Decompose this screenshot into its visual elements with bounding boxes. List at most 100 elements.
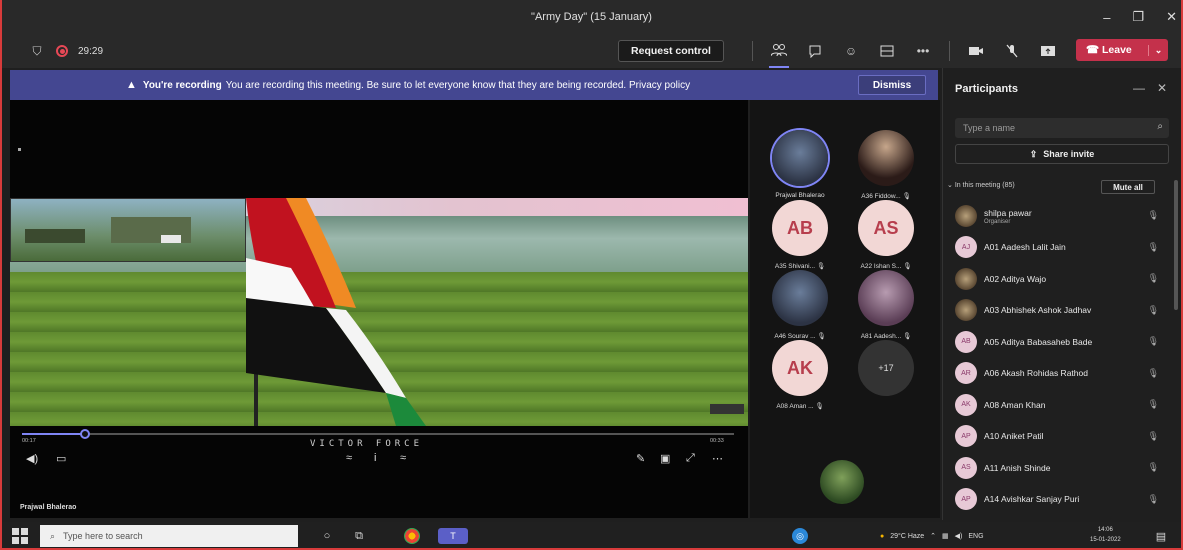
mute-all-button[interactable]: Mute all	[1101, 180, 1155, 194]
gallery-tile[interactable]: A81 Aadesh... 🎙	[846, 270, 926, 340]
windows-start-icon[interactable]	[12, 528, 28, 544]
chevron-down-icon[interactable]: ⌄	[1148, 44, 1168, 56]
participants-tab[interactable]	[769, 34, 789, 68]
mic-off-icon[interactable]: 🎙	[1148, 273, 1159, 284]
close-panel-icon[interactable]: ✕	[1157, 81, 1167, 95]
mic-off-icon[interactable]: 🎙	[1148, 368, 1159, 379]
gallery-tile[interactable]: A36 Fiddow... 🎙	[846, 130, 926, 200]
request-control-button[interactable]: Request control	[618, 40, 724, 62]
participant-name: A08 Aman Khan	[984, 399, 1046, 410]
list-item[interactable]: AP A10 Aniket Patil 🎙	[955, 421, 1173, 453]
video-seekbar[interactable]	[22, 429, 734, 439]
meeting-timer: 29:29	[78, 45, 104, 57]
more-participants[interactable]: +17	[858, 340, 914, 396]
list-item[interactable]: A02 Aditya Wajo 🎙	[955, 263, 1173, 295]
self-video[interactable]	[820, 460, 864, 504]
shared-video[interactable]	[10, 198, 748, 426]
mic-off-icon[interactable]: 🎙	[1148, 242, 1159, 253]
search-input[interactable]	[955, 118, 1135, 138]
gallery-tile[interactable]: +17	[846, 340, 926, 396]
pip-icon[interactable]: ▣	[660, 452, 670, 465]
language-indicator[interactable]: ENG	[968, 533, 983, 540]
search-icon[interactable]: ⌕	[1157, 121, 1163, 132]
cursor-dot	[18, 148, 21, 151]
seek-handle[interactable]	[80, 429, 90, 439]
clock-time: 14:06	[1097, 527, 1113, 533]
rooms-icon[interactable]	[877, 42, 897, 60]
dismiss-button[interactable]: Dismiss	[858, 75, 926, 95]
task-view-icon[interactable]: ⧉	[350, 528, 368, 544]
list-item[interactable]: shilpa pawar Organiser 🎙	[955, 200, 1173, 232]
gallery-tile[interactable]: AK A08 Aman ... 🎙	[760, 340, 840, 410]
mic-off-icon[interactable]: 🎙	[1148, 399, 1159, 410]
chat-icon[interactable]	[805, 42, 825, 60]
participant-search: ⌕	[955, 118, 1169, 138]
window-title: "Army Day" (15 January)	[531, 11, 652, 23]
participant-name: A03 Abhishek Ashok Jadhav	[984, 305, 1092, 316]
teams-icon[interactable]: T	[438, 528, 468, 544]
maximize-button[interactable]: ❐	[1132, 9, 1144, 25]
taskbar-clock[interactable]: 14:06 15-01-2022	[1090, 525, 1121, 545]
gallery-tile[interactable]: A46 Sourav ... 🎙	[760, 270, 840, 340]
participant-name: A06 Akash Rohidas Rathod	[984, 368, 1088, 379]
taskbar-search[interactable]: ⌕ Type here to search	[40, 525, 298, 547]
video-more-icon[interactable]: ⋯	[712, 452, 723, 465]
camera-icon[interactable]	[966, 42, 986, 60]
mic-off-icon[interactable]: 🎙	[1148, 462, 1159, 473]
gallery-tile[interactable]: AS A22 Ishan S... 🎙	[846, 200, 926, 270]
leave-button[interactable]: ☎ Leave ⌄	[1076, 39, 1168, 61]
system-tray: ● 29°C Haze ⌃ ▦ ◀) ENG	[880, 522, 984, 550]
notifications-icon[interactable]: ▤	[1152, 528, 1170, 544]
mic-icon: 🎙	[817, 333, 826, 340]
chevron-up-icon[interactable]: ⌃	[930, 532, 936, 540]
gallery-name: A08 Aman ... 🎙	[776, 403, 824, 410]
avatar	[772, 270, 828, 326]
weather-icon: ●	[880, 532, 885, 540]
popout-icon[interactable]: —	[1133, 81, 1145, 95]
avatar: AR	[955, 362, 977, 385]
list-item[interactable]: AK A08 Aman Khan 🎙	[955, 389, 1173, 421]
chrome-icon[interactable]	[404, 528, 420, 544]
list-item[interactable]: AB A05 Aditya Babasaheb Bade 🎙	[955, 326, 1173, 358]
more-options-icon[interactable]: •••	[913, 42, 933, 60]
fullscreen-icon[interactable]: ⤢	[686, 452, 695, 465]
captions-icon[interactable]: ▭	[56, 452, 66, 465]
volume-icon[interactable]: ◀)	[955, 532, 963, 540]
list-item[interactable]: AS A11 Anish Shinde 🎙	[955, 452, 1173, 484]
list-item[interactable]: AR A06 Akash Rohidas Rathod 🎙	[955, 358, 1173, 390]
gallery-tile[interactable]: AB A35 Shivani... 🎙	[760, 200, 840, 270]
cortana-icon[interactable]: ○	[318, 528, 336, 544]
avatar: AK	[955, 393, 977, 416]
app-icon[interactable]: ◎	[792, 528, 808, 544]
recording-indicator-icon	[56, 45, 68, 57]
share-screen-icon[interactable]	[1038, 42, 1058, 60]
avatar	[858, 270, 914, 326]
volume-icon[interactable]: ◀︎)	[26, 452, 38, 465]
mic-off-icon[interactable]: 🎙	[1148, 494, 1159, 505]
reactions-icon[interactable]: ☺	[841, 42, 861, 60]
list-item[interactable]: AP A14 Avishkar Sanjay Puri 🎙	[955, 484, 1173, 516]
close-button[interactable]: ✕	[1166, 9, 1177, 25]
list-item[interactable]: A03 Abhishek Ashok Jadhav 🎙	[955, 295, 1173, 327]
list-item[interactable]: AJ A01 Aadesh Lalit Jain 🎙	[955, 232, 1173, 264]
panel-scrollbar[interactable]	[1174, 180, 1178, 310]
banner-title: You're recording	[142, 79, 222, 91]
mic-off-icon[interactable]: 🎙	[1148, 210, 1159, 221]
minimize-button[interactable]: –	[1103, 10, 1110, 25]
mic-off-icon[interactable]	[1002, 42, 1022, 60]
wifi-icon[interactable]: ≈	[346, 452, 352, 464]
gallery-tile[interactable]: Prajwal Bhalerao	[760, 130, 840, 199]
shield-icon[interactable]: ⛉	[28, 42, 46, 60]
mic-off-icon[interactable]: 🎙	[1148, 431, 1159, 442]
network-icon[interactable]: ▦	[942, 532, 949, 540]
avatar: AP	[955, 425, 977, 448]
pen-icon[interactable]: ✎	[636, 452, 645, 465]
mic-off-icon[interactable]: 🎙	[1148, 336, 1159, 347]
mic-off-icon[interactable]: 🎙	[1148, 305, 1159, 316]
share-invite-button[interactable]: ⇪ Share invite	[955, 144, 1169, 164]
cast-icon[interactable]: ≈	[400, 452, 406, 464]
share-icon: ⇪	[1029, 148, 1038, 159]
in-meeting-header[interactable]: ⌄ In this meeting (85)	[947, 181, 1015, 189]
weather-text[interactable]: 29°C Haze	[890, 533, 924, 540]
info-icon[interactable]: i	[374, 452, 376, 464]
